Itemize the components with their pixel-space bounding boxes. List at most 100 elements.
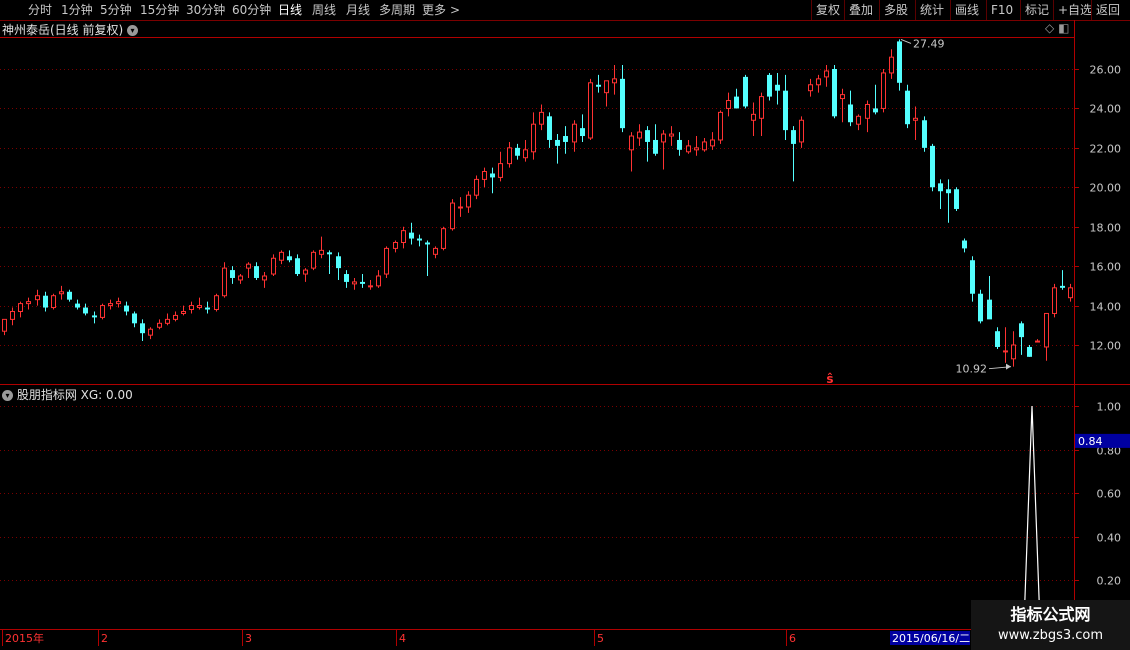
candle[interactable] xyxy=(767,72,772,101)
candle[interactable] xyxy=(238,274,243,284)
candle[interactable] xyxy=(759,92,764,137)
candle[interactable] xyxy=(295,254,300,276)
candle[interactable] xyxy=(254,262,259,280)
candle[interactable] xyxy=(620,65,625,133)
candle[interactable] xyxy=(604,80,609,107)
candle[interactable] xyxy=(279,250,284,265)
candle[interactable] xyxy=(1060,270,1065,290)
candle[interactable] xyxy=(393,240,398,253)
candle[interactable] xyxy=(75,299,80,310)
candle[interactable] xyxy=(775,72,780,105)
candle[interactable] xyxy=(83,303,88,316)
candle[interactable] xyxy=(596,74,601,93)
panel-toggle-icon[interactable]: ◧ xyxy=(1058,21,1069,35)
candle[interactable] xyxy=(734,88,739,109)
candle[interactable] xyxy=(889,49,894,79)
candle[interactable] xyxy=(197,297,202,310)
candle[interactable] xyxy=(531,112,536,160)
candle[interactable] xyxy=(287,250,292,263)
candle[interactable] xyxy=(132,311,137,328)
candle[interactable] xyxy=(930,143,935,192)
candle[interactable] xyxy=(189,301,194,314)
candle[interactable] xyxy=(881,69,886,113)
chevron-down-icon[interactable]: ▾ xyxy=(127,25,139,36)
candle[interactable] xyxy=(2,318,7,336)
candle[interactable] xyxy=(661,130,666,170)
candle[interactable] xyxy=(694,136,699,156)
candle[interactable] xyxy=(580,114,585,142)
candle[interactable] xyxy=(1068,283,1073,302)
candle[interactable] xyxy=(710,132,715,150)
candle[interactable] xyxy=(222,262,227,298)
candle[interactable] xyxy=(1035,339,1040,343)
candle[interactable] xyxy=(702,138,707,152)
candle[interactable] xyxy=(555,134,560,164)
candle[interactable] xyxy=(26,297,31,310)
candle[interactable] xyxy=(360,274,365,288)
candle[interactable] xyxy=(116,297,121,308)
candle[interactable] xyxy=(832,65,837,119)
candle[interactable] xyxy=(751,102,756,137)
candle[interactable] xyxy=(124,301,129,316)
candle[interactable] xyxy=(157,319,162,330)
candle[interactable] xyxy=(824,65,829,87)
candle[interactable] xyxy=(840,88,845,123)
candle[interactable] xyxy=(433,246,438,259)
candle[interactable] xyxy=(35,289,40,306)
candle[interactable] xyxy=(474,175,479,200)
candle[interactable] xyxy=(10,307,15,326)
candle[interactable] xyxy=(51,293,56,310)
candle[interactable] xyxy=(165,313,170,326)
candle[interactable] xyxy=(791,126,796,182)
candle[interactable] xyxy=(458,197,463,217)
candles-group[interactable] xyxy=(2,39,1073,367)
candle[interactable] xyxy=(653,124,658,156)
candle[interactable] xyxy=(572,120,577,152)
candle[interactable] xyxy=(563,126,568,154)
candle[interactable] xyxy=(262,272,267,288)
candle[interactable] xyxy=(327,250,332,275)
candle[interactable] xyxy=(1011,331,1016,367)
candle[interactable] xyxy=(637,124,642,146)
candle[interactable] xyxy=(18,301,23,318)
candle[interactable] xyxy=(938,179,943,209)
candle[interactable] xyxy=(922,116,927,152)
candle[interactable] xyxy=(271,254,276,276)
candle[interactable] xyxy=(743,74,748,109)
candle[interactable] xyxy=(409,222,414,245)
candle[interactable] xyxy=(954,187,959,211)
candle[interactable] xyxy=(645,126,650,162)
candle[interactable] xyxy=(214,293,219,312)
candle[interactable] xyxy=(946,179,951,223)
candle[interactable] xyxy=(612,65,617,95)
candle[interactable] xyxy=(523,139,528,162)
candle[interactable] xyxy=(181,305,186,316)
candle[interactable] xyxy=(1027,345,1032,357)
candle[interactable] xyxy=(816,74,821,93)
candle[interactable] xyxy=(515,143,520,160)
candle[interactable] xyxy=(319,236,324,259)
candle[interactable] xyxy=(417,234,422,247)
candle[interactable] xyxy=(140,319,145,342)
candle[interactable] xyxy=(718,110,723,144)
candle[interactable] xyxy=(995,327,1000,349)
candle[interactable] xyxy=(865,100,870,133)
chevron-down-icon[interactable]: ▾ xyxy=(2,390,13,401)
candle[interactable] xyxy=(913,106,918,140)
candle[interactable] xyxy=(92,311,97,324)
candle[interactable] xyxy=(677,132,682,156)
candle[interactable] xyxy=(100,303,105,320)
candle[interactable] xyxy=(873,84,878,115)
candle[interactable] xyxy=(970,256,975,302)
candle[interactable] xyxy=(978,289,983,324)
candle[interactable] xyxy=(799,116,804,148)
candle[interactable] xyxy=(547,112,552,148)
candle[interactable] xyxy=(726,92,731,117)
candle[interactable] xyxy=(482,167,487,188)
candle[interactable] xyxy=(59,285,64,300)
candle[interactable] xyxy=(629,132,634,172)
candle[interactable] xyxy=(246,262,251,278)
candle[interactable] xyxy=(441,226,446,251)
candle[interactable] xyxy=(311,250,316,271)
candle[interactable] xyxy=(588,78,593,140)
